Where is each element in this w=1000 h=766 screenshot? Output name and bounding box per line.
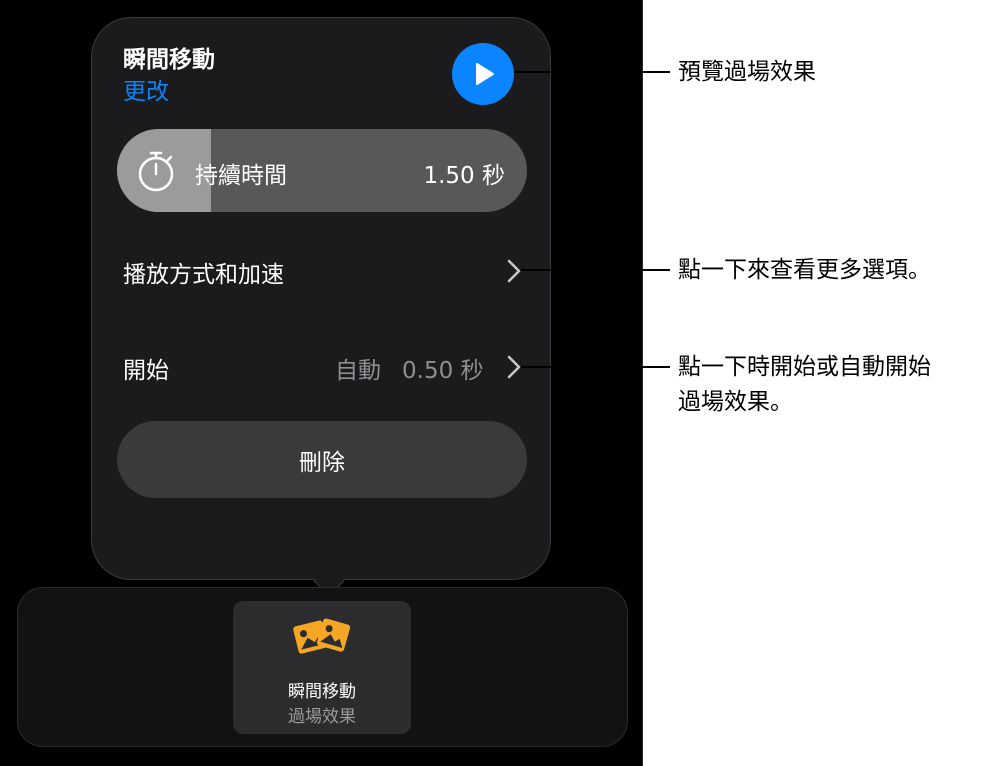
chevron-right-icon <box>507 355 521 379</box>
delete-button[interactable]: 刪除 <box>117 421 527 498</box>
callout-leader-more-options <box>521 269 670 271</box>
callout-preview: 預覽過場效果 <box>678 59 816 85</box>
change-transition-link[interactable]: 更改 <box>123 72 169 106</box>
callout-more-options: 點一下來查看更多選項。 <box>678 257 931 283</box>
playback-acceleration-row[interactable]: 播放方式和加速 <box>117 240 527 302</box>
callout-leader-start <box>521 366 670 368</box>
chevron-right-icon <box>507 259 521 283</box>
callout-start-line1: 點一下時開始或自動開始 <box>678 354 931 380</box>
playback-acceleration-label: 播放方式和加速 <box>123 262 284 288</box>
start-row[interactable]: 開始 自動 0.50 秒 <box>117 336 527 398</box>
transition-title: 瞬間移動 <box>123 47 215 73</box>
preview-play-button[interactable] <box>452 43 514 105</box>
start-label: 開始 <box>123 358 169 384</box>
images-icon <box>293 618 351 654</box>
transition-tile-magic-move[interactable]: 瞬間移動 過場效果 <box>233 601 411 734</box>
duration-value: 1.50 秒 <box>423 163 505 189</box>
start-mode-value: 自動 <box>335 358 381 384</box>
start-delay-value: 0.50 秒 <box>402 358 484 384</box>
play-icon <box>476 63 494 85</box>
tile-type: 過場效果 <box>288 707 356 727</box>
stopwatch-icon <box>138 151 174 192</box>
duration-label: 持續時間 <box>195 163 287 189</box>
duration-slider[interactable]: 持續時間 1.50 秒 <box>117 129 527 212</box>
callout-start-line2: 過場效果。 <box>678 389 793 415</box>
callout-leader-preview <box>514 71 670 73</box>
tile-name: 瞬間移動 <box>288 682 356 702</box>
